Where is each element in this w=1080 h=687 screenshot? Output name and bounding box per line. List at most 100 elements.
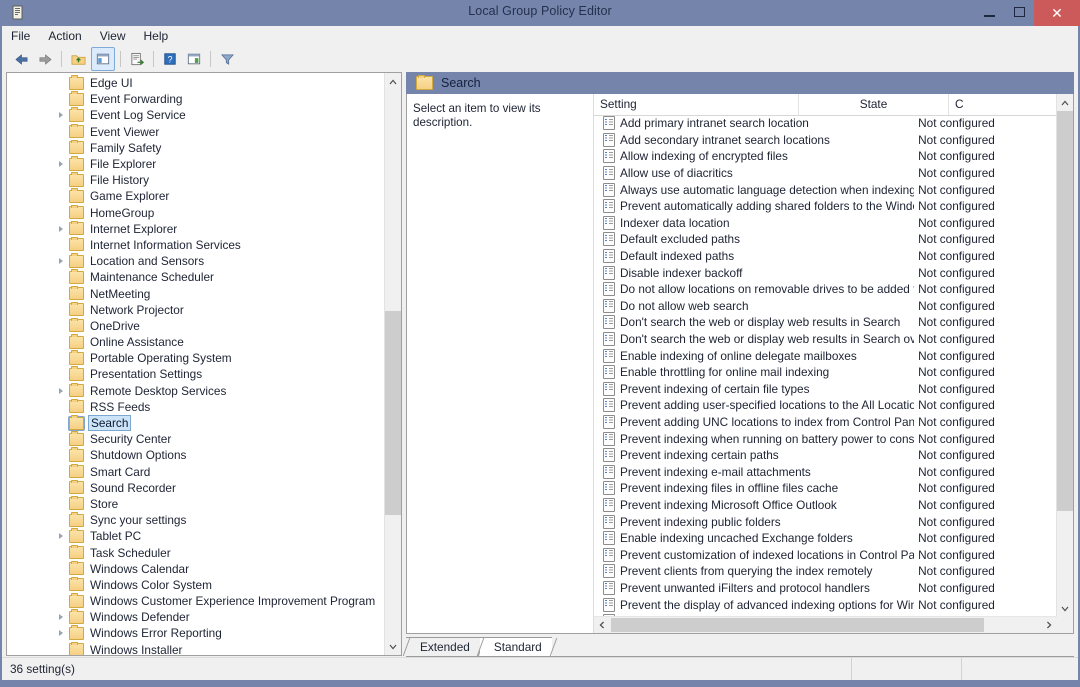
- tree-item[interactable]: Windows Calendar: [7, 560, 387, 577]
- tree-item[interactable]: Search: [7, 415, 387, 432]
- tree-item[interactable]: OneDrive: [7, 317, 387, 334]
- tree-scroll-thumb[interactable]: [385, 311, 401, 515]
- chevron-right-icon[interactable]: [59, 112, 63, 119]
- settings-scroll-thumb[interactable]: [1057, 111, 1073, 511]
- menu-item-action[interactable]: Action: [39, 27, 90, 45]
- table-row[interactable]: Enable indexing of online delegate mailb…: [594, 347, 1057, 364]
- settings-hscroll-thumb[interactable]: [611, 618, 984, 632]
- table-row[interactable]: Enable indexing uncached Exchange folder…: [594, 530, 1057, 547]
- up-one-level-folder-icon[interactable]: [67, 48, 89, 70]
- settings-rows[interactable]: Add primary intranet search location Not …: [594, 115, 1057, 633]
- tree-item[interactable]: Network Projector: [7, 301, 387, 318]
- table-row[interactable]: Do not allow web search Not configured: [594, 298, 1057, 315]
- tree-item[interactable]: Online Assistance: [7, 334, 387, 350]
- column-header-state[interactable]: State: [799, 94, 949, 115]
- table-row[interactable]: Allow indexing of encrypted files Not con…: [594, 148, 1057, 165]
- close-button[interactable]: ✕: [1034, 0, 1080, 26]
- chevron-right-icon[interactable]: [59, 258, 63, 265]
- settings-vertical-scrollbar[interactable]: [1056, 94, 1073, 633]
- minimize-button[interactable]: [974, 1, 1004, 23]
- tree-item[interactable]: Shutdown Options: [7, 447, 387, 463]
- export-list-icon[interactable]: [126, 48, 148, 70]
- table-row[interactable]: Do not allow locations on removable driv…: [594, 281, 1057, 298]
- menu-item-help[interactable]: Help: [135, 27, 178, 45]
- table-row[interactable]: Prevent indexing certain paths Not config…: [594, 447, 1057, 464]
- menu-item-file[interactable]: File: [2, 27, 39, 45]
- tab-extended[interactable]: Extended: [406, 637, 480, 656]
- settings-scroll-right-icon[interactable]: [1041, 617, 1057, 633]
- tree-item[interactable]: Portable Operating System: [7, 350, 387, 366]
- settings-scroll-up-icon[interactable]: [1057, 94, 1073, 111]
- tree-item[interactable]: File Explorer: [7, 156, 387, 172]
- back-arrow-icon[interactable]: [10, 48, 32, 70]
- table-row[interactable]: Prevent clients from querying the index …: [594, 563, 1057, 580]
- settings-scroll-left-icon[interactable]: [594, 617, 610, 633]
- tree-item[interactable]: Game Explorer: [7, 188, 387, 204]
- tree-item[interactable]: NetMeeting: [7, 285, 387, 301]
- tree-item[interactable]: Windows Installer: [7, 641, 387, 655]
- table-row[interactable]: Add primary intranet search location Not …: [594, 115, 1057, 132]
- settings-scroll-down-icon[interactable]: [1057, 600, 1073, 617]
- chevron-right-icon[interactable]: [59, 614, 63, 621]
- table-row[interactable]: Always use automatic language detection …: [594, 181, 1057, 198]
- tree-item[interactable]: Smart Card: [7, 463, 387, 480]
- tree-item[interactable]: Location and Sensors: [7, 253, 387, 269]
- tree-item[interactable]: Security Center: [7, 431, 387, 447]
- table-row[interactable]: Don't search the web or display web resu…: [594, 331, 1057, 348]
- table-row[interactable]: Disable indexer backoff Not configured: [594, 264, 1057, 281]
- tree-item[interactable]: Internet Explorer: [7, 220, 387, 237]
- tree-item[interactable]: Task Scheduler: [7, 544, 387, 560]
- tree-item[interactable]: Family Safety: [7, 139, 387, 156]
- settings-horizontal-scrollbar[interactable]: [594, 616, 1057, 633]
- tree-item[interactable]: Presentation Settings: [7, 366, 387, 382]
- table-row[interactable]: Prevent indexing e-mail attachments Not c…: [594, 463, 1057, 480]
- help-icon[interactable]: ?: [159, 48, 181, 70]
- tree-vertical-scrollbar[interactable]: [384, 73, 401, 655]
- table-row[interactable]: Prevent unwanted iFilters and protocol h…: [594, 580, 1057, 597]
- table-row[interactable]: Default indexed paths Not configured: [594, 248, 1057, 265]
- maximize-button[interactable]: [1004, 1, 1034, 23]
- table-row[interactable]: Prevent indexing files in offline files …: [594, 480, 1057, 497]
- tree-scroll-up-icon[interactable]: [385, 73, 401, 90]
- tree-scroll-down-icon[interactable]: [385, 638, 401, 655]
- table-row[interactable]: Prevent customization of indexed locatio…: [594, 546, 1057, 563]
- table-row[interactable]: Prevent indexing when running on battery…: [594, 430, 1057, 447]
- tree-item[interactable]: Tablet PC: [7, 528, 387, 544]
- tree-item[interactable]: Windows Color System: [7, 576, 387, 593]
- table-row[interactable]: Prevent adding user-specified locations …: [594, 397, 1057, 414]
- tree-item[interactable]: Sound Recorder: [7, 479, 387, 496]
- show-hide-console-tree-icon[interactable]: [91, 47, 115, 71]
- chevron-right-icon[interactable]: [59, 225, 63, 232]
- tree-item[interactable]: Windows Customer Experience Improvement …: [7, 593, 387, 609]
- table-row[interactable]: Prevent automatically adding shared fold…: [594, 198, 1057, 215]
- tree-item[interactable]: Event Forwarding: [7, 91, 387, 107]
- filter-icon[interactable]: [216, 48, 238, 70]
- tree-item[interactable]: Windows Defender: [7, 609, 387, 625]
- tree-item[interactable]: Internet Information Services: [7, 236, 387, 253]
- tree-item[interactable]: Event Viewer: [7, 123, 387, 140]
- table-row[interactable]: Add secondary intranet search locations N…: [594, 132, 1057, 149]
- table-row[interactable]: Prevent indexing of certain file types No…: [594, 381, 1057, 398]
- table-row[interactable]: Default excluded paths Not configured: [594, 231, 1057, 248]
- tree-item[interactable]: Store: [7, 495, 387, 512]
- menu-item-view[interactable]: View: [91, 27, 135, 45]
- table-row[interactable]: Prevent indexing public folders Not confi…: [594, 513, 1057, 530]
- tree-item[interactable]: Sync your settings: [7, 512, 387, 528]
- tree-item[interactable]: File History: [7, 172, 387, 188]
- table-row[interactable]: Indexer data location Not configured: [594, 215, 1057, 232]
- table-row[interactable]: Prevent indexing Microsoft Office Outloo…: [594, 497, 1057, 514]
- chevron-right-icon[interactable]: [59, 630, 63, 637]
- tree-item[interactable]: HomeGroup: [7, 204, 387, 221]
- tree-item[interactable]: RSS Feeds: [7, 398, 387, 415]
- tree-item[interactable]: Windows Error Reporting: [7, 625, 387, 641]
- table-row[interactable]: Allow use of diacritics Not configured: [594, 165, 1057, 182]
- tree-item[interactable]: Remote Desktop Services: [7, 382, 387, 399]
- table-row[interactable]: Prevent adding UNC locations to index fr…: [594, 414, 1057, 431]
- tree-item[interactable]: Event Log Service: [7, 107, 387, 123]
- tab-standard[interactable]: Standard: [479, 637, 552, 656]
- properties-icon[interactable]: [183, 48, 205, 70]
- console-tree[interactable]: Edge UI Event Forwarding Event Log Service…: [7, 75, 387, 655]
- chevron-right-icon[interactable]: [59, 161, 63, 168]
- table-row[interactable]: Enable throttling for online mail indexi…: [594, 364, 1057, 381]
- tree-item[interactable]: Edge UI: [7, 75, 387, 91]
